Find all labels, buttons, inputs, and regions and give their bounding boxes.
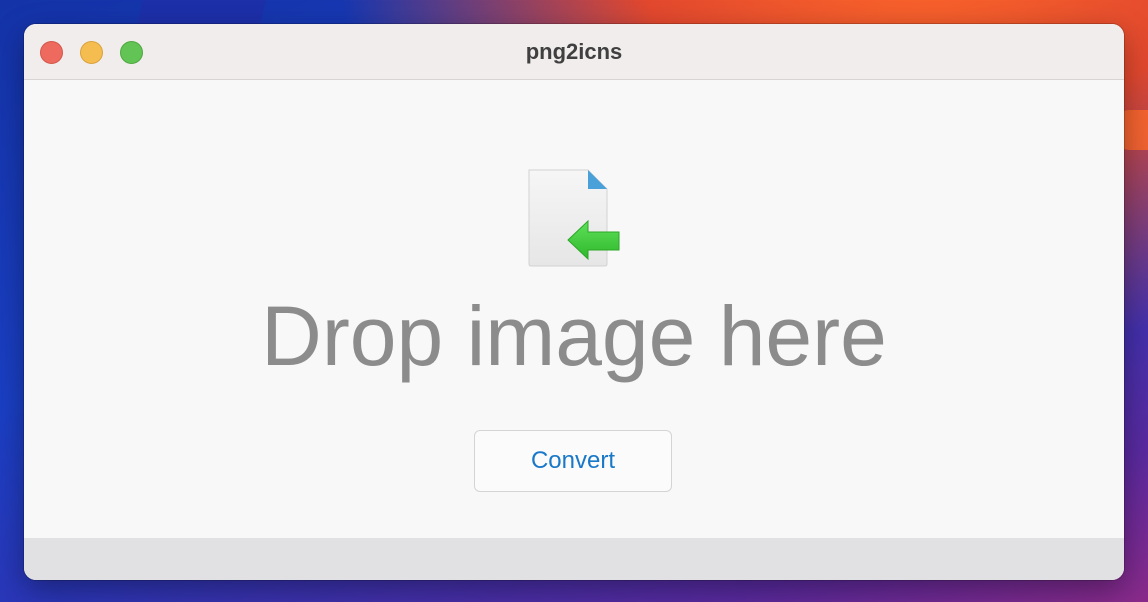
title-bar[interactable]: png2icns [24, 24, 1124, 80]
bottom-bar [24, 538, 1124, 580]
document-import-icon [528, 169, 620, 267]
window-title: png2icns [525, 39, 623, 64]
convert-button[interactable]: Convert [474, 430, 672, 492]
drop-zone[interactable]: Drop image here Convert [24, 80, 1124, 538]
drop-prompt: Drop image here [261, 289, 887, 383]
app-window: png2icns Drop image here Convert [24, 24, 1124, 580]
